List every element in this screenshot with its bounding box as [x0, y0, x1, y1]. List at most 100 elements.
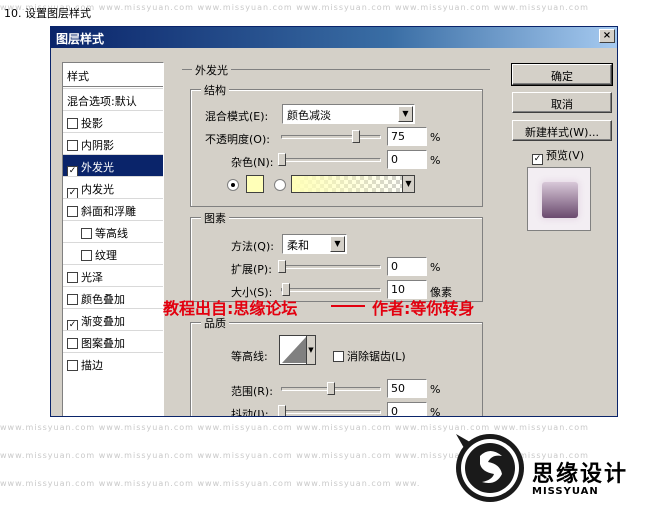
blend-mode-value: 颜色减淡	[287, 109, 331, 122]
opacity-unit: %	[430, 131, 441, 144]
antialias-check[interactable]	[333, 351, 344, 362]
noise-input[interactable]: 0	[387, 150, 427, 169]
preview-checkbox[interactable]: ✓ 预览(V)	[532, 147, 584, 165]
overlay-dash	[331, 305, 365, 307]
logo-text: 思缘设计	[532, 461, 629, 487]
jitter-input[interactable]: 0	[387, 402, 427, 416]
style-list-item[interactable]: 纹理	[63, 242, 163, 264]
style-list-item[interactable]: 投影	[63, 110, 163, 132]
new-style-button[interactable]: 新建样式(W)...	[512, 120, 612, 141]
style-list-item-label: 内阴影	[81, 139, 114, 152]
contour-linear-icon	[282, 337, 306, 363]
blend-mode-select[interactable]: 颜色减淡 ▼	[282, 104, 415, 124]
noise-slider-thumb[interactable]	[278, 153, 286, 166]
range-input[interactable]: 50	[387, 379, 427, 398]
style-list-item[interactable]: 斜面和浮雕	[63, 198, 163, 220]
style-checkbox[interactable]	[81, 228, 92, 239]
opacity-slider-thumb[interactable]	[351, 130, 360, 143]
style-list-item-label: 图案叠加	[81, 337, 125, 350]
opacity-label: 不透明度(O):	[205, 133, 270, 146]
tutorial-author-text: 作者:等你转身	[372, 299, 475, 318]
technique-select[interactable]: 柔和 ▼	[282, 234, 347, 254]
range-slider-thumb[interactable]	[327, 382, 335, 395]
range-unit: %	[430, 383, 441, 396]
jitter-unit: %	[430, 406, 441, 417]
glow-color-swatch[interactable]	[246, 175, 264, 193]
contour-picker[interactable]: ▼	[279, 335, 316, 365]
blend-mode-label: 混合模式(E):	[205, 110, 269, 123]
noise-slider[interactable]	[278, 153, 381, 166]
jitter-slider[interactable]	[278, 405, 381, 416]
range-slider[interactable]	[281, 382, 381, 395]
style-checkbox[interactable]	[67, 294, 78, 305]
preview-check[interactable]: ✓	[532, 154, 543, 165]
chevron-down-icon: ▼	[306, 336, 315, 364]
structure-title: 结构	[201, 82, 229, 98]
style-list-item-label: 颜色叠加	[81, 293, 125, 306]
logo-subtext: MISSYUAN	[532, 486, 599, 497]
outer-glow-title: 外发光	[192, 62, 231, 78]
style-list-item[interactable]: 混合选项:默认	[63, 88, 163, 110]
style-list-item[interactable]: ✓ 外发光	[63, 154, 163, 177]
style-list-item-label: 投影	[81, 117, 103, 130]
dialog-titlebar: 图层样式 ×	[51, 27, 617, 48]
ok-button[interactable]: 确定	[511, 63, 613, 86]
style-list-item[interactable]: ✓ 内发光	[63, 176, 163, 199]
style-list-item-label: 斜面和浮雕	[81, 205, 136, 218]
opacity-slider[interactable]	[281, 130, 381, 143]
chevron-down-icon: ▼	[330, 236, 345, 252]
spread-slider-thumb[interactable]	[278, 260, 286, 273]
style-checkbox[interactable]	[67, 206, 78, 217]
layer-style-dialog: 图层样式 × 样式 混合选项:默认 投影 内阴影 ✓ 外发光 ✓ 内发光 斜面和浮雕 等高线 纹理…	[50, 26, 618, 417]
style-checkbox[interactable]	[67, 338, 78, 349]
opacity-input[interactable]: 75	[387, 127, 427, 146]
preview-thumbnail	[527, 167, 591, 231]
size-slider[interactable]	[281, 283, 381, 296]
style-list-item-label: 描边	[81, 359, 103, 372]
gradient-radio[interactable]	[274, 179, 286, 191]
gradient-picker[interactable]: ▼	[291, 175, 415, 193]
spread-input[interactable]: 0	[387, 257, 427, 276]
style-list-item-label: 光泽	[81, 271, 103, 284]
antialias-checkbox[interactable]: 消除锯齿(L)	[333, 348, 406, 364]
spread-slider[interactable]	[278, 260, 381, 273]
style-list-item[interactable]: 光泽	[63, 264, 163, 286]
cancel-button[interactable]: 取消	[512, 92, 612, 113]
spread-unit: %	[430, 261, 441, 274]
style-list-item[interactable]: 等高线	[63, 220, 163, 242]
style-checkbox[interactable]	[67, 118, 78, 129]
style-list-item[interactable]: 图案叠加	[63, 330, 163, 352]
style-list-item[interactable]: ✓ 渐变叠加	[63, 308, 163, 331]
dialog-title: 图层样式	[56, 32, 105, 46]
watermark-row: www.missyuan.com www.missyuan.com www.mi…	[0, 479, 420, 488]
preview-swatch	[542, 182, 578, 218]
style-list-item[interactable]: 描边	[63, 352, 163, 374]
jitter-slider-thumb[interactable]	[278, 405, 286, 416]
style-list-item-label: 纹理	[95, 249, 117, 262]
spread-label: 扩展(P):	[231, 263, 272, 276]
style-list-header[interactable]: 样式	[63, 63, 163, 87]
style-list-item-label: 渐变叠加	[81, 315, 125, 328]
structure-group: 结构 混合模式(E): 颜色减淡 ▼ 不透明度(O): 75 % 杂色(N): …	[190, 82, 483, 207]
range-label: 范围(R):	[231, 385, 273, 398]
quality-group: 品质 等高线: ▼ 消除锯齿(L) 范围(R): 50 % 抖动(J): 0 %	[190, 315, 483, 417]
antialias-label: 消除锯齿(L)	[347, 350, 406, 363]
style-checkbox[interactable]	[81, 250, 92, 261]
style-list-item-label: 等高线	[95, 227, 128, 240]
tutorial-caption: 10. 设置图层样式	[4, 7, 91, 20]
style-list-item[interactable]: 颜色叠加	[63, 286, 163, 308]
missyuan-logo: 思缘设计 MISSYUAN	[452, 428, 648, 505]
style-list: 样式 混合选项:默认投影内阴影 ✓ 外发光 ✓ 内发光斜面和浮雕等高线纹理光泽颜色叠加 ✓…	[62, 62, 164, 416]
close-button[interactable]: ×	[599, 29, 615, 43]
style-checkbox[interactable]	[67, 360, 78, 371]
style-checkbox[interactable]	[67, 140, 78, 151]
technique-value: 柔和	[287, 239, 309, 252]
style-checkbox[interactable]	[67, 272, 78, 283]
style-list-item[interactable]: 内阴影	[63, 132, 163, 154]
style-list-item-label: 内发光	[81, 183, 114, 196]
chevron-down-icon: ▼	[402, 176, 414, 192]
elements-group: 图素 方法(Q): 柔和 ▼ 扩展(P): 0 % 大小(S): 10 像素	[190, 210, 483, 302]
style-list-item-label: 混合选项:默认	[67, 95, 137, 108]
solid-color-radio[interactable]	[227, 179, 239, 191]
preview-label: 预览(V)	[546, 149, 585, 162]
